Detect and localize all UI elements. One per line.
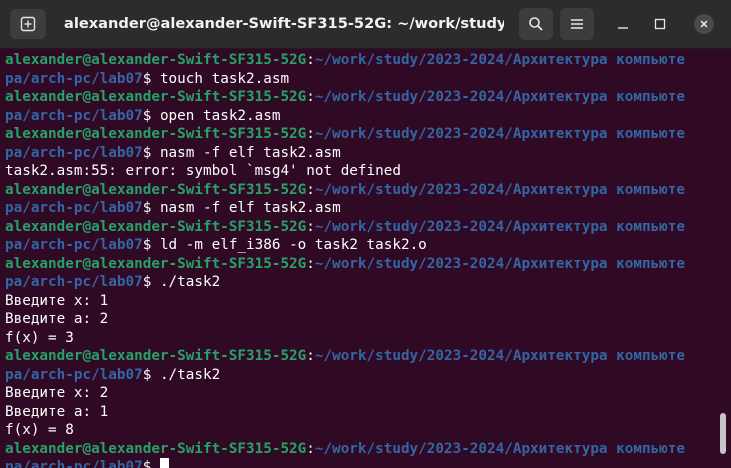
output-line: Введите x: 2 — [5, 385, 109, 401]
prompt-line: alexander@alexander-Swift-SF315-52G:~/wo… — [5, 348, 685, 364]
prompt-path-continued: ра/arch-pc/lab07 — [5, 200, 143, 216]
command-line: ра/arch-pc/lab07$ ld -m elf_i386 -o task… — [5, 237, 427, 253]
output-line: Введите a: 1 — [5, 403, 109, 420]
command-line: ра/arch-pc/lab07$ nasm -f elf task2.asm — [5, 144, 341, 161]
minimize-icon — [618, 27, 628, 29]
prompt-user: alexander@alexander-Swift-SF315-52G — [5, 89, 307, 105]
scrollbar[interactable] — [717, 51, 731, 468]
prompt-user: alexander@alexander-Swift-SF315-52G — [5, 218, 307, 235]
output-line: f(x) = 8 — [5, 422, 74, 438]
new-tab-button[interactable] — [10, 9, 46, 39]
command-line: ра/arch-pc/lab07$ ./task2 — [5, 366, 221, 383]
prompt-path-continued: ра/arch-pc/lab07 — [5, 237, 143, 253]
close-icon — [700, 20, 708, 28]
search-icon — [529, 17, 543, 31]
window-title: alexander@alexander-Swift-SF315-52G: ~/w… — [64, 15, 504, 32]
hamburger-menu-icon — [571, 19, 583, 29]
prompt-user: alexander@alexander-Swift-SF315-52G — [5, 181, 307, 198]
prompt-path: ~/work/study/2023-2024/Архитектура компь… — [314, 255, 685, 272]
menu-button[interactable] — [560, 8, 594, 40]
prompt-user: alexander@alexander-Swift-SF315-52G — [5, 255, 307, 272]
maximize-button[interactable] — [650, 14, 670, 34]
command-line: ра/arch-pc/lab07$ ./task2 — [5, 274, 221, 290]
prompt-user: alexander@alexander-Swift-SF315-52G — [5, 52, 307, 68]
prompt-line: alexander@alexander-Swift-SF315-52G:~/wo… — [5, 52, 685, 68]
prompt-path: ~/work/study/2023-2024/Архитектура компь… — [314, 126, 685, 142]
prompt-user: alexander@alexander-Swift-SF315-52G — [5, 440, 307, 457]
prompt-user: alexander@alexander-Swift-SF315-52G — [5, 126, 307, 142]
command-text: nasm -f elf task2.asm — [159, 144, 341, 161]
command-line[interactable]: ра/arch-pc/lab07$ — [0, 458, 718, 468]
scrollbar-thumb[interactable] — [720, 413, 726, 454]
prompt-path-continued: ра/arch-pc/lab07 — [5, 366, 143, 383]
command-line: ра/arch-pc/lab07$ nasm -f elf task2.asm — [5, 200, 341, 216]
close-button[interactable] — [694, 14, 714, 34]
text-cursor — [159, 458, 169, 468]
minimize-button[interactable] — [613, 14, 633, 34]
prompt-line: alexander@alexander-Swift-SF315-52G:~/wo… — [5, 255, 685, 272]
new-tab-icon — [20, 16, 36, 32]
prompt-line: alexander@alexander-Swift-SF315-52G:~/wo… — [5, 218, 685, 235]
prompt-path: ~/work/study/2023-2024/Архитектура компь… — [314, 348, 685, 364]
search-button[interactable] — [519, 8, 553, 40]
prompt-path: ~/work/study/2023-2024/Архитектура компь… — [314, 52, 685, 68]
command-text: nasm -f elf task2.asm — [159, 200, 341, 216]
prompt-line: alexander@alexander-Swift-SF315-52G:~/wo… — [5, 126, 685, 142]
command-text: ./task2 — [159, 274, 221, 290]
command-line: ра/arch-pc/lab07$ touch task2.asm — [5, 70, 290, 87]
maximize-icon — [654, 18, 666, 30]
output-line: Введите x: 1 — [5, 292, 109, 309]
terminal-window: alexander@alexander-Swift-SF315-52G: ~/w… — [0, 0, 731, 468]
command-line: ра/arch-pc/lab07$ open task2.asm — [5, 107, 281, 124]
prompt-user: alexander@alexander-Swift-SF315-52G — [5, 348, 307, 364]
prompt-path-continued: ра/arch-pc/lab07 — [5, 274, 143, 290]
terminal-output[interactable]: alexander@alexander-Swift-SF315-52G:~/wo… — [0, 51, 718, 468]
prompt-line: alexander@alexander-Swift-SF315-52G:~/wo… — [5, 181, 685, 198]
prompt-path: ~/work/study/2023-2024/Архитектура компь… — [314, 440, 685, 457]
output-line: Введите a: 2 — [5, 311, 109, 327]
command-text: ld -m elf_i386 -o task2 task2.o — [159, 237, 427, 253]
prompt-path-continued: ра/arch-pc/lab07 — [5, 144, 143, 161]
title-bar[interactable]: alexander@alexander-Swift-SF315-52G: ~/w… — [0, 0, 731, 49]
prompt-path: ~/work/study/2023-2024/Архитектура компь… — [314, 89, 685, 105]
prompt-path: ~/work/study/2023-2024/Архитектура компь… — [314, 181, 685, 198]
prompt-line: alexander@alexander-Swift-SF315-52G:~/wo… — [5, 440, 685, 457]
prompt-path-continued: ра/arch-pc/lab07 — [5, 459, 143, 468]
prompt-path: ~/work/study/2023-2024/Архитектура компь… — [314, 218, 685, 235]
command-text: touch task2.asm — [159, 70, 290, 87]
output-line: f(x) = 3 — [5, 329, 74, 346]
output-line: task2.asm:55: error: symbol `msg4' not d… — [5, 163, 401, 179]
command-text: ./task2 — [159, 366, 221, 383]
prompt-path-continued: ра/arch-pc/lab07 — [5, 107, 143, 124]
prompt-path-continued: ра/arch-pc/lab07 — [5, 70, 143, 87]
command-text: open task2.asm — [159, 107, 281, 124]
prompt-line: alexander@alexander-Swift-SF315-52G:~/wo… — [5, 89, 685, 105]
